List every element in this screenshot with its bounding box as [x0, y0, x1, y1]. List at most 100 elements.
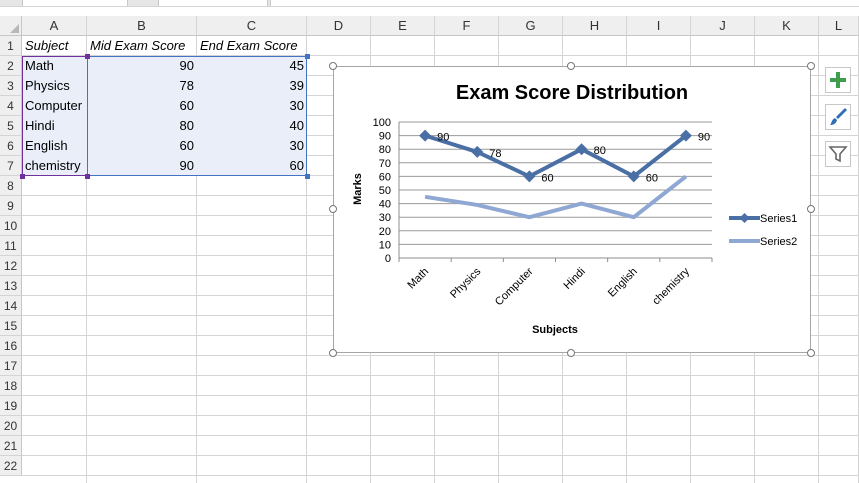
cell-mid-score[interactable]: 78: [87, 76, 197, 96]
chart-resize-handle[interactable]: [329, 349, 337, 357]
cell-mid-score[interactable]: 60: [87, 136, 197, 156]
cell-subject[interactable]: English: [22, 136, 87, 156]
column-header[interactable]: G: [499, 16, 563, 36]
row-gridline: [22, 415, 859, 416]
cell-mid-score[interactable]: 60: [87, 96, 197, 116]
row-header[interactable]: 11: [0, 236, 22, 256]
row-header[interactable]: 1: [0, 36, 22, 56]
select-all-button[interactable]: [0, 16, 22, 36]
column-header[interactable]: I: [627, 16, 691, 36]
row-header[interactable]: 4: [0, 96, 22, 116]
column-header[interactable]: F: [435, 16, 499, 36]
column-header[interactable]: C: [197, 16, 307, 36]
y-tick-label: 90: [379, 131, 391, 143]
cell-subject[interactable]: Physics: [22, 76, 87, 96]
data-point-marker[interactable]: [471, 145, 484, 158]
column-header[interactable]: J: [691, 16, 755, 36]
y-tick-label: 10: [379, 239, 391, 251]
x-tick-label: chemistry: [650, 265, 692, 307]
cell-subject[interactable]: Math: [22, 56, 87, 76]
x-tick-label: English: [606, 266, 640, 300]
x-axis-title[interactable]: Subjects: [532, 324, 578, 336]
cell-end-score[interactable]: 30: [197, 96, 307, 116]
function-box-edge: [158, 0, 268, 6]
row-header[interactable]: 22: [0, 456, 22, 476]
row-header[interactable]: 3: [0, 76, 22, 96]
x-tick-label: Math: [405, 266, 431, 292]
chart-filters-button[interactable]: [825, 141, 851, 167]
chart-styles-button[interactable]: [825, 104, 851, 130]
cell-mid-score[interactable]: 90: [87, 56, 197, 76]
row-header[interactable]: 9: [0, 196, 22, 216]
data-point-marker[interactable]: [419, 129, 432, 142]
column-header[interactable]: B: [87, 16, 197, 36]
cell-mid-score[interactable]: 90: [87, 156, 197, 176]
y-axis-title[interactable]: Marks: [352, 173, 364, 205]
legend-marker: [739, 213, 750, 223]
filter-icon: [828, 146, 848, 163]
y-tick-label: 100: [373, 117, 391, 129]
cell-subject[interactable]: Computer: [22, 96, 87, 116]
row-header[interactable]: 16: [0, 336, 22, 356]
row-header[interactable]: 20: [0, 416, 22, 436]
brush-icon: [830, 108, 847, 125]
x-tick-label: Computer: [493, 265, 536, 308]
column-header[interactable]: D: [307, 16, 371, 36]
header-cell-subject[interactable]: Subject: [22, 36, 87, 56]
row-header[interactable]: 15: [0, 316, 22, 336]
formula-bar-edge: [270, 0, 859, 6]
cell-subject[interactable]: Hindi: [22, 116, 87, 136]
range-handle[interactable]: [305, 174, 310, 179]
range-handle[interactable]: [85, 174, 90, 179]
column-header[interactable]: E: [371, 16, 435, 36]
row-gridline: [22, 375, 859, 376]
row-header[interactable]: 8: [0, 176, 22, 196]
y-tick-label: 80: [379, 144, 391, 156]
y-tick-label: 60: [379, 171, 391, 183]
row-header[interactable]: 18: [0, 376, 22, 396]
row-header[interactable]: 14: [0, 296, 22, 316]
cell-mid-score[interactable]: 80: [87, 116, 197, 136]
series-line[interactable]: [424, 133, 688, 179]
row-header[interactable]: 12: [0, 256, 22, 276]
column-header[interactable]: L: [819, 16, 859, 36]
chart-object[interactable]: Exam Score Distribution Marks Subjects 0…: [333, 66, 811, 353]
y-tick-label: 30: [379, 212, 391, 224]
chart-resize-handle[interactable]: [567, 62, 575, 70]
legend-label: Series1: [760, 213, 797, 225]
chart-resize-handle[interactable]: [329, 205, 337, 213]
chart-resize-handle[interactable]: [567, 349, 575, 357]
column-header[interactable]: A: [22, 16, 87, 36]
column-header[interactable]: H: [563, 16, 627, 36]
row-header[interactable]: 10: [0, 216, 22, 236]
cell-end-score[interactable]: 40: [197, 116, 307, 136]
chart-resize-handle[interactable]: [807, 349, 815, 357]
cell-end-score[interactable]: 60: [197, 156, 307, 176]
cell-subject[interactable]: chemistry: [22, 156, 87, 176]
column-header[interactable]: K: [755, 16, 819, 36]
cell-end-score[interactable]: 30: [197, 136, 307, 156]
row-header[interactable]: 2: [0, 56, 22, 76]
row-header[interactable]: 17: [0, 356, 22, 376]
range-handle[interactable]: [85, 54, 90, 59]
chart-resize-handle[interactable]: [329, 62, 337, 70]
row-header[interactable]: 6: [0, 136, 22, 156]
x-tick-label: Physics: [448, 265, 484, 301]
chart-title[interactable]: Exam Score Distribution: [456, 82, 688, 104]
range-handle[interactable]: [20, 174, 25, 179]
legend[interactable]: Series1 Series2: [729, 213, 797, 248]
cell-end-score[interactable]: 45: [197, 56, 307, 76]
chart-elements-button[interactable]: [825, 67, 851, 93]
row-header[interactable]: 5: [0, 116, 22, 136]
row-header[interactable]: 21: [0, 436, 22, 456]
chart-resize-handle[interactable]: [807, 62, 815, 70]
cell-end-score[interactable]: 39: [197, 76, 307, 96]
header-cell-mid-exam[interactable]: Mid Exam Score: [87, 36, 197, 56]
range-handle[interactable]: [305, 54, 310, 59]
plus-icon: [830, 72, 846, 88]
chart-resize-handle[interactable]: [807, 205, 815, 213]
row-header[interactable]: 19: [0, 396, 22, 416]
row-header[interactable]: 13: [0, 276, 22, 296]
header-cell-end-exam[interactable]: End Exam Score: [197, 36, 307, 56]
row-header[interactable]: 7: [0, 156, 22, 176]
